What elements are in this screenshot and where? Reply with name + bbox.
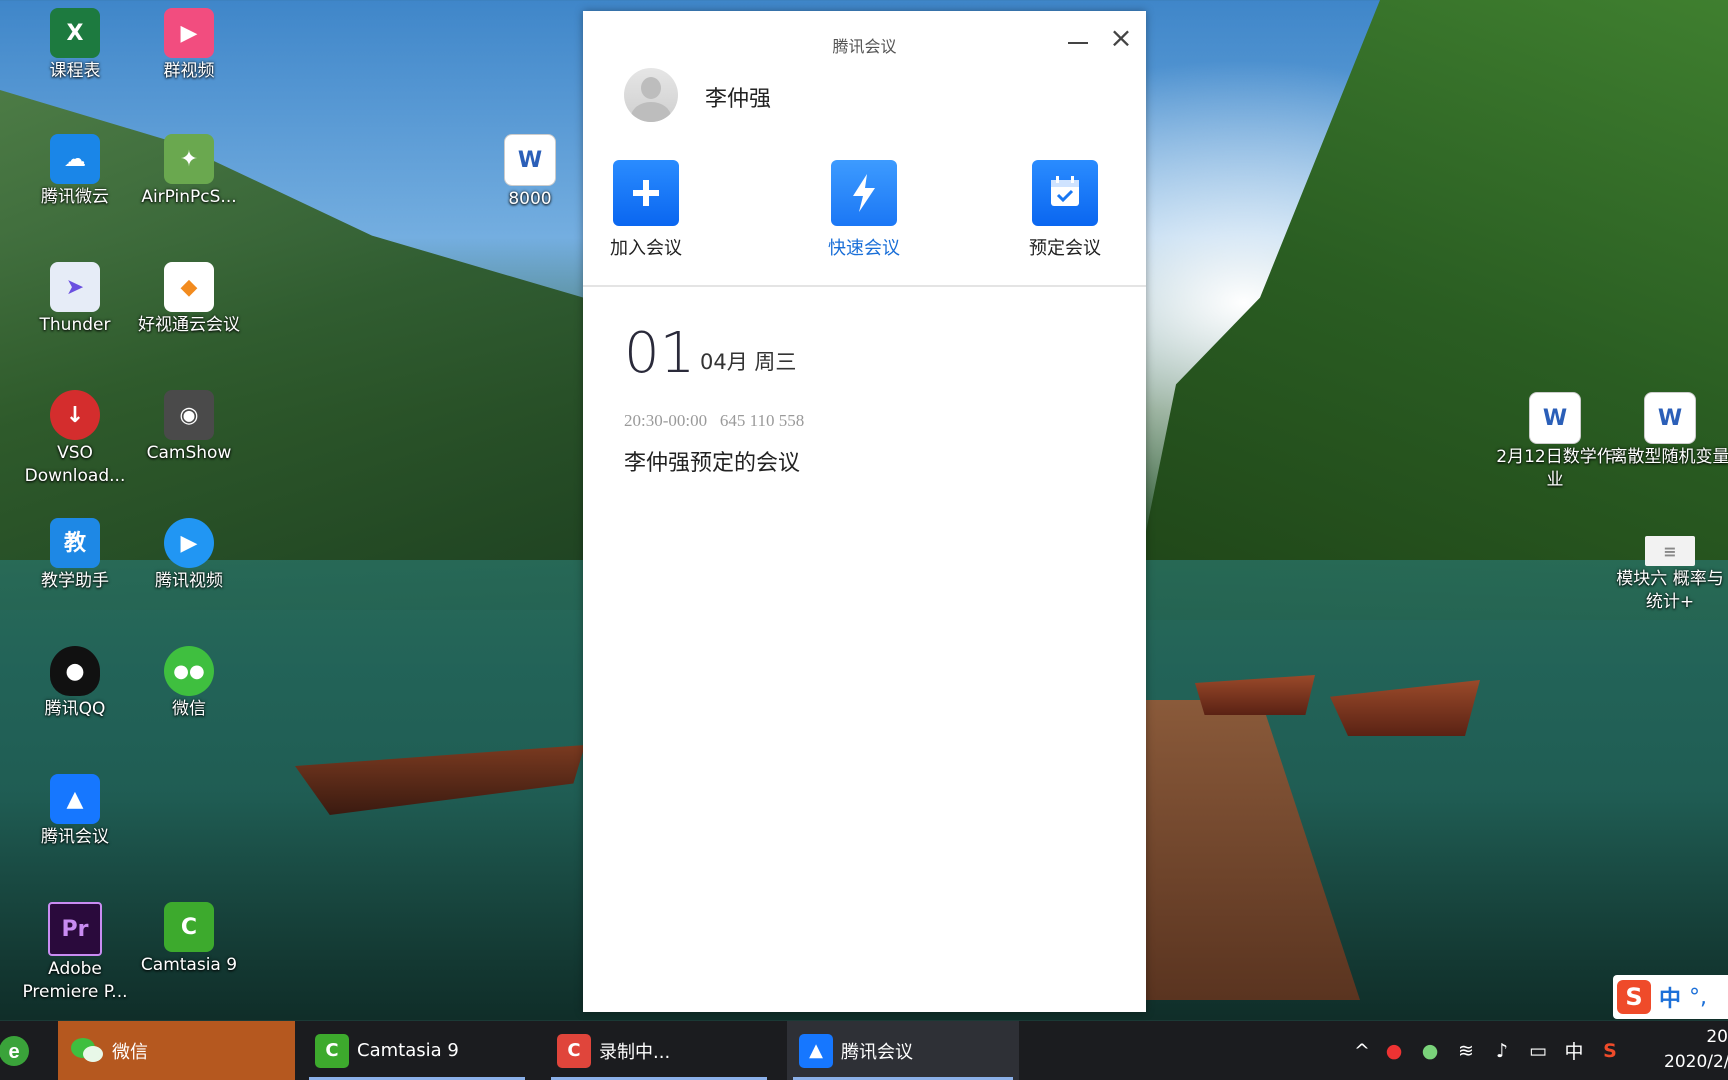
clock-date: 2020/2/ <box>1664 1052 1728 1072</box>
desktop-icon-jiaoxuezhushou[interactable]: 教 教学助手 <box>15 518 135 593</box>
lightning-icon <box>831 160 897 226</box>
excel-icon: X <box>50 8 100 58</box>
weiyun-cloud-icon: ☁ <box>50 134 100 184</box>
user-name: 李仲强 <box>705 87 772 112</box>
meeting-title[interactable]: 李仲强预定的会议 <box>624 445 800 477</box>
avatar[interactable] <box>624 68 678 122</box>
meeting-time: 20:30-00:00 <box>624 411 708 430</box>
document-thumbnail-icon: ≡ <box>1645 536 1695 566</box>
camtasia-icon: C <box>315 1033 349 1068</box>
divider <box>583 285 1146 287</box>
tencent-meeting-window: 腾讯会议 × 李仲强 加入会议 快速会议 预定会议 01 04月 周三 20:3… <box>583 11 1146 1012</box>
qq-tray-icon[interactable]: ● <box>1376 1040 1412 1062</box>
desktop-icon-thunder[interactable]: ➤ Thunder <box>15 262 135 337</box>
camtasia-icon: C <box>164 902 214 952</box>
tencent-meeting-icon: ▲ <box>50 774 100 824</box>
system-tray: ^ ● ● ≋ ♪ ▭ 中 S <box>1348 1021 1628 1080</box>
system-clock[interactable]: 20 2020/2/ <box>1664 1025 1728 1075</box>
desktop-icon-camshow[interactable]: ◉ CamShow <box>129 390 249 465</box>
word-doc-icon: W <box>1644 392 1696 444</box>
taskbar: e 微信 C Camtasia 9 C 录制中... ▲ 腾讯会议 ^ ● ● … <box>0 1021 1728 1080</box>
svg-text:e: e <box>8 1041 19 1063</box>
airpin-icon: ✦ <box>164 134 214 184</box>
premiere-icon: Pr <box>48 902 102 956</box>
desktop-icon-qq[interactable]: ● 腾讯QQ <box>15 646 135 721</box>
qq-penguin-icon: ● <box>50 646 100 696</box>
desktop-icon-random-variable[interactable]: W 离散型随机变量 <box>1610 392 1728 469</box>
wechat-icon: ●● <box>164 646 214 696</box>
ime-status-bar[interactable]: S 中 °, <box>1613 975 1728 1019</box>
meeting-date-day: 01 <box>624 321 696 386</box>
desktop-icon-qunshipin[interactable]: ▶ 群视频 <box>129 8 249 83</box>
meeting-date-month-weekday: 04月 周三 <box>700 350 797 374</box>
desktop-icon-weiyun[interactable]: ☁ 腾讯微云 <box>15 134 135 209</box>
tencent-meeting-icon: ▲ <box>799 1033 833 1068</box>
clock-time: 20 <box>1706 1027 1728 1047</box>
desktop-icon-tencent-video[interactable]: ▶ 腾讯视频 <box>129 518 249 593</box>
desktop-icon-8000[interactable]: W 8000 <box>470 134 590 211</box>
sogou-ime-icon: S <box>1617 980 1651 1014</box>
wifi-icon[interactable]: ≋ <box>1448 1040 1484 1062</box>
teaching-assistant-icon: 教 <box>50 518 100 568</box>
taskbar-item-wechat[interactable]: 微信 <box>58 1021 295 1080</box>
meeting-time-and-id[interactable]: 20:30-00:00 645 110 558 <box>624 411 804 431</box>
taskbar-item-recording[interactable]: C 录制中... <box>545 1021 773 1080</box>
ime-punctuation[interactable]: °, <box>1689 985 1707 1010</box>
plus-icon <box>613 160 679 226</box>
battery-icon[interactable]: ▭ <box>1520 1040 1556 1062</box>
vso-download-icon: ↓ <box>50 390 100 440</box>
meeting-id: 645 110 558 <box>719 411 805 430</box>
thunder-icon: ➤ <box>50 262 100 312</box>
volume-icon[interactable]: ♪ <box>1484 1040 1520 1062</box>
wallpaper-mountain-right <box>1128 0 1728 620</box>
quick-meeting-button[interactable]: 快速会议 <box>809 160 919 260</box>
desktop-icon-vso[interactable]: ↓ VSO Download... <box>15 390 135 488</box>
wechat-icon <box>70 1034 104 1068</box>
camshow-icon: ◉ <box>164 390 214 440</box>
word-doc-icon: W <box>504 134 556 186</box>
desktop-icon-haoshitong[interactable]: ◆ 好视通云会议 <box>129 262 249 337</box>
close-icon: × <box>1109 21 1133 54</box>
ie-browser-icon[interactable]: e <box>0 1031 34 1071</box>
desktop-icon-kechengbiao[interactable]: X 课程表 <box>15 8 135 83</box>
haoshitong-icon: ◆ <box>164 262 214 312</box>
recording-icon: C <box>557 1033 591 1068</box>
desktop-icon-probability-module[interactable]: ≡ 模块六 概率与统计+ <box>1610 536 1728 614</box>
desktop-icon-tencent-meeting[interactable]: ▲ 腾讯会议 <box>15 774 135 849</box>
taskbar-item-tencent-meeting[interactable]: ▲ 腾讯会议 <box>787 1021 1019 1080</box>
tencent-video-icon: ▶ <box>164 518 214 568</box>
desktop-icon-premiere[interactable]: Pr Adobe Premiere P... <box>15 902 135 1004</box>
desktop-icon-math-homework[interactable]: W 2月12日数学作业 <box>1495 392 1615 492</box>
calendar-icon <box>1032 160 1098 226</box>
desktop-icon-wechat[interactable]: ●● 微信 <box>129 646 249 721</box>
close-button[interactable]: × <box>1108 24 1134 52</box>
minimize-button[interactable] <box>1068 31 1088 51</box>
window-title: 腾讯会议 <box>832 37 897 56</box>
join-meeting-button[interactable]: 加入会议 <box>591 160 701 260</box>
chevron-up-icon[interactable]: ^ <box>1348 1040 1376 1062</box>
group-video-icon: ▶ <box>164 8 214 58</box>
taskbar-item-camtasia[interactable]: C Camtasia 9 <box>303 1021 531 1080</box>
word-doc-icon: W <box>1529 392 1581 444</box>
schedule-meeting-button[interactable]: 预定会议 <box>1010 160 1120 260</box>
input-method-indicator[interactable]: 中 <box>1556 1037 1592 1064</box>
sogou-tray-icon[interactable]: S <box>1592 1040 1628 1062</box>
desktop-icon-airpin[interactable]: ✦ AirPinPcS... <box>129 134 249 209</box>
desktop-icon-camtasia[interactable]: C Camtasia 9 <box>129 902 249 977</box>
ime-mode[interactable]: 中 <box>1659 981 1681 1013</box>
wechat-tray-icon[interactable]: ● <box>1412 1040 1448 1062</box>
